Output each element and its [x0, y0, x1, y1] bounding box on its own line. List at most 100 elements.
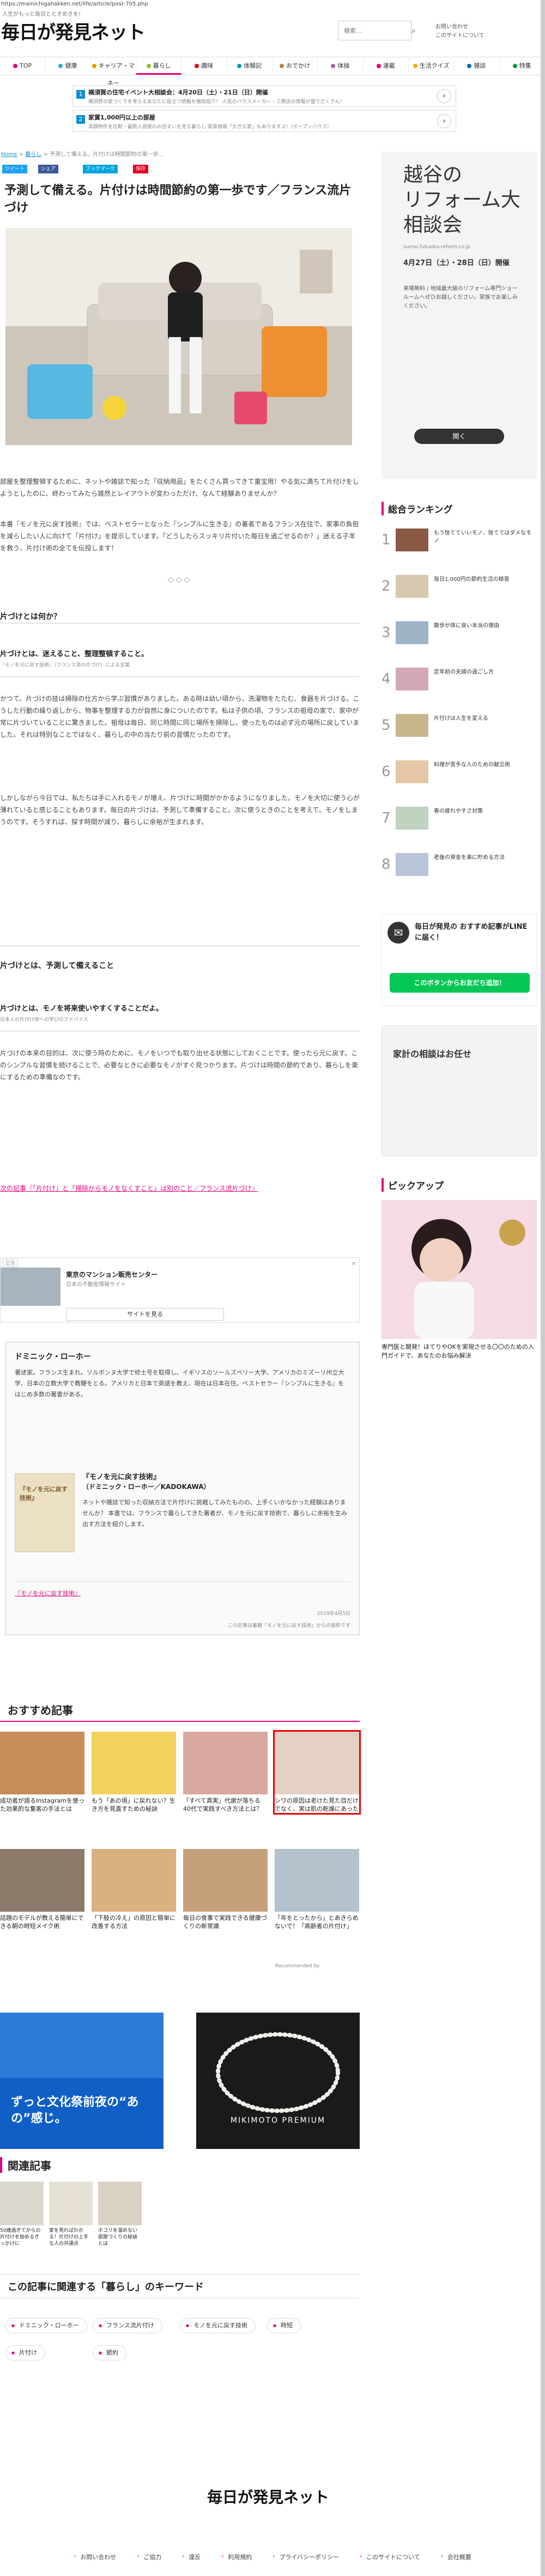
sidebar-ad-2[interactable]: 家計の相談はお任せ	[382, 1025, 537, 1156]
ranking-title[interactable]: もう捨てていいモノ、捨ててはダメなモノ	[434, 530, 535, 545]
related-caption[interactable]: 50歳過ぎてからの片付けを始めるきっかけに	[0, 2227, 44, 2247]
bookmark-button[interactable]: ブックマーク	[83, 165, 118, 173]
footer-link[interactable]: 会社概要	[441, 2553, 471, 2569]
nav-item[interactable]: 体験記	[227, 57, 272, 75]
ad-cta-button[interactable]: サイトを見る	[66, 1308, 224, 1321]
in-article-ad[interactable]: 広告 東京のマンション販売センター 日本の不動産情報サイト サイトを見る ✕	[0, 1257, 360, 1323]
tweet-button[interactable]: ツイート	[2, 165, 28, 173]
recommended-caption[interactable]: シワの原因は老けた見た目だけでなく、実は肌の乾燥にあった	[275, 1797, 359, 1813]
pin-save-button[interactable]: 保存	[133, 165, 149, 173]
ranking-title[interactable]: 定年前の夫婦の過ごし方	[434, 669, 535, 676]
related-thumbnail[interactable]	[0, 2182, 44, 2225]
keyword-tag[interactable]: モノを元に戻す技術	[180, 2318, 256, 2333]
facebook-share-button[interactable]: シェア	[38, 165, 59, 173]
footer-logo[interactable]: 毎日が発見ネット	[207, 2485, 329, 2507]
breadcrumb-category[interactable]: 暮らし	[25, 152, 41, 158]
ranking-thumbnail[interactable]	[396, 529, 428, 551]
ranking-thumbnail[interactable]	[396, 853, 428, 876]
related-thumbnail[interactable]	[98, 2182, 142, 2225]
footer-link[interactable]: プライバシーポリシー	[272, 2553, 339, 2569]
ad-title[interactable]: 東京のマンション販売センター	[66, 1270, 158, 1279]
footer-link[interactable]: 利用規約	[221, 2553, 252, 2569]
ranking-item[interactable]: 4 定年前の夫婦の過ごし方	[382, 665, 537, 704]
keyword-tag[interactable]: 節約	[93, 2345, 126, 2361]
recommended-item[interactable]: 話題のモデルが教える簡単にできる朝の時短メイク術	[0, 1849, 84, 1930]
recommended-caption[interactable]: 「年をとったから」とあきらめないで！「高齢者の片付け」	[275, 1914, 359, 1930]
nav-item[interactable]: 生活クイズ	[409, 57, 455, 75]
recommended-caption[interactable]: 「すべて真実」代謝が落ちる40代で実践すべき方法とは？	[183, 1797, 268, 1813]
ranking-item[interactable]: 3 散歩が体に良い本当の理由	[382, 619, 537, 657]
keyword-tag[interactable]: 時短	[267, 2318, 301, 2333]
ranking-item[interactable]: 5 片付けは人生を変える	[382, 712, 537, 750]
recommended-thumbnail[interactable]	[0, 1732, 84, 1794]
recommended-item[interactable]: シワの原因は老けた見た目だけでなく、実は肌の乾燥にあった	[273, 1730, 361, 1815]
book-link[interactable]: 『モノを元に戻す技術』	[15, 1589, 81, 1598]
footer-link[interactable]: ご協力	[137, 2553, 161, 2569]
recommended-thumbnail[interactable]	[275, 1849, 359, 1912]
footer-link[interactable]: 違反	[182, 2553, 201, 2569]
nav-item[interactable]: TOP	[0, 57, 46, 75]
ranking-thumbnail[interactable]	[396, 621, 428, 644]
ranking-thumbnail[interactable]	[396, 760, 428, 783]
recommended-thumbnail[interactable]	[275, 1732, 359, 1794]
recommended-item[interactable]: 成功者が語るInstagramを使った効果的な集客の手法とは	[0, 1732, 84, 1813]
related-item[interactable]: 50歳過ぎてからの片付けを始めるきっかけに	[0, 2182, 44, 2247]
header-link-contact[interactable]: お問い合わせ	[428, 23, 485, 32]
recommended-caption[interactable]: 「下肢の冷え」の原因と簡単に改善する方法	[92, 1914, 176, 1930]
nav-item[interactable]: 趣味	[181, 57, 227, 75]
chevron-right-icon[interactable]: ›	[437, 114, 451, 128]
nav-item[interactable]: おでかけ	[272, 57, 318, 75]
ranking-item[interactable]: 2 毎日1,000円の節約生活の極意	[382, 573, 537, 611]
ranking-thumbnail[interactable]	[396, 714, 428, 737]
recommended-item[interactable]: 「すべて真実」代謝が落ちる40代で実践すべき方法とは？	[183, 1732, 268, 1813]
search-icon[interactable]: ⌕	[408, 21, 420, 40]
sidebar-ad-open-button[interactable]: 開く	[414, 429, 504, 444]
ranking-item[interactable]: 1 もう捨てていいモノ、捨ててはダメなモノ	[382, 526, 537, 565]
recommended-caption[interactable]: 成功者が語るInstagramを使った効果的な集客の手法とは	[0, 1797, 84, 1813]
recommended-item[interactable]: 「下肢の冷え」の原因と簡単に改善する方法	[92, 1849, 176, 1930]
nav-item[interactable]: 特集	[500, 57, 545, 75]
chevron-right-icon[interactable]: ›	[437, 89, 451, 103]
footer-link[interactable]: お問い合わせ	[74, 2553, 116, 2569]
related-item[interactable]: ホコリを溜めない部屋づくりの秘訣とは	[98, 2182, 142, 2247]
site-logo[interactable]: 毎日が発見ネット	[1, 17, 146, 44]
ranking-item[interactable]: 8 老後の資金を楽に貯める方法	[382, 851, 537, 889]
nav-item[interactable]: 暮らし	[136, 57, 182, 75]
recommended-caption[interactable]: 話題のモデルが教える簡単にできる朝の時短メイク術	[0, 1914, 84, 1930]
keyword-tag[interactable]: 片付け	[5, 2345, 45, 2361]
ranking-thumbnail[interactable]	[396, 575, 428, 598]
line-add-friend-button[interactable]: このボタンからお友だち追加！	[390, 973, 530, 993]
recommended-item[interactable]: もう「あの頃」に戻れない？生き方を見直すための秘訣	[92, 1732, 176, 1813]
recommended-thumbnail[interactable]	[183, 1849, 268, 1912]
ad-image[interactable]	[1, 1268, 60, 1306]
related-item[interactable]: 家を見ればわかる！片付けの上手な人の共通点	[49, 2182, 93, 2247]
ranking-item[interactable]: 6 料理が苦手な人のための献立術	[382, 758, 537, 796]
nav-item[interactable]: キャリア・マネー	[91, 57, 136, 87]
news-item[interactable]: 2 家賃1,000円以上の部屋 高額物件を比較・最新入居者のお住まいを見る暮らし…	[72, 110, 456, 132]
news-item[interactable]: 1 横須賀の住宅イベント大相談会：4月20日（土）・21日（日）開催 横須賀の家…	[72, 85, 456, 107]
nav-item[interactable]: 雑誌	[454, 57, 500, 75]
news-title[interactable]: 横須賀の住宅イベント大相談会：4月20日（土）・21日（日）開催	[88, 88, 268, 97]
ranking-title[interactable]: 片付けは人生を変える	[434, 715, 535, 723]
ranking-title[interactable]: 毎日1,000円の節約生活の極意	[434, 576, 535, 584]
pickup-caption[interactable]: 専門医と開発！ほてりやOKを実現させる〇〇のための入門ガイドで、あなたのお悩み解…	[382, 1343, 537, 1360]
recommended-thumbnail[interactable]	[92, 1849, 176, 1912]
nav-item[interactable]: 連載	[364, 57, 409, 75]
nav-item[interactable]: 体操	[318, 57, 364, 75]
ranking-thumbnail[interactable]	[396, 807, 428, 830]
news-title[interactable]: 家賃1,000円以上の部屋	[88, 113, 155, 122]
related-caption[interactable]: ホコリを溜めない部屋づくりの秘訣とは	[98, 2227, 142, 2247]
ranking-title[interactable]: 老後の資金を楽に貯める方法	[434, 854, 535, 862]
next-article-link[interactable]: 次の記事『「片付け」と「掃除からモノをなくすこと」は別のこと／フランス流片づけ』	[0, 1182, 360, 1194]
recommended-caption[interactable]: 毎日の食事で実践できる健康づくりの新常識	[183, 1914, 268, 1930]
book-cover-image[interactable]: 『モノを元に戻す技術』	[15, 1473, 75, 1552]
recommended-caption[interactable]: もう「あの頃」に戻れない？生き方を見直すための秘訣	[92, 1797, 176, 1813]
recommended-thumbnail[interactable]	[0, 1849, 84, 1912]
ranking-title[interactable]: 料理が苦手な人のための献立術	[434, 761, 535, 769]
nav-item[interactable]: 健康	[45, 57, 91, 75]
ranking-title[interactable]: 散歩が体に良い本当の理由	[434, 622, 535, 630]
pickup-image[interactable]	[382, 1200, 537, 1339]
ad-close-icon[interactable]: ✕	[352, 1261, 356, 1267]
ranking-item[interactable]: 7 春の疲れやすさ対策	[382, 804, 537, 843]
banner-ad-right[interactable]: MIKIMOTO PREMIUM	[196, 2013, 360, 2149]
